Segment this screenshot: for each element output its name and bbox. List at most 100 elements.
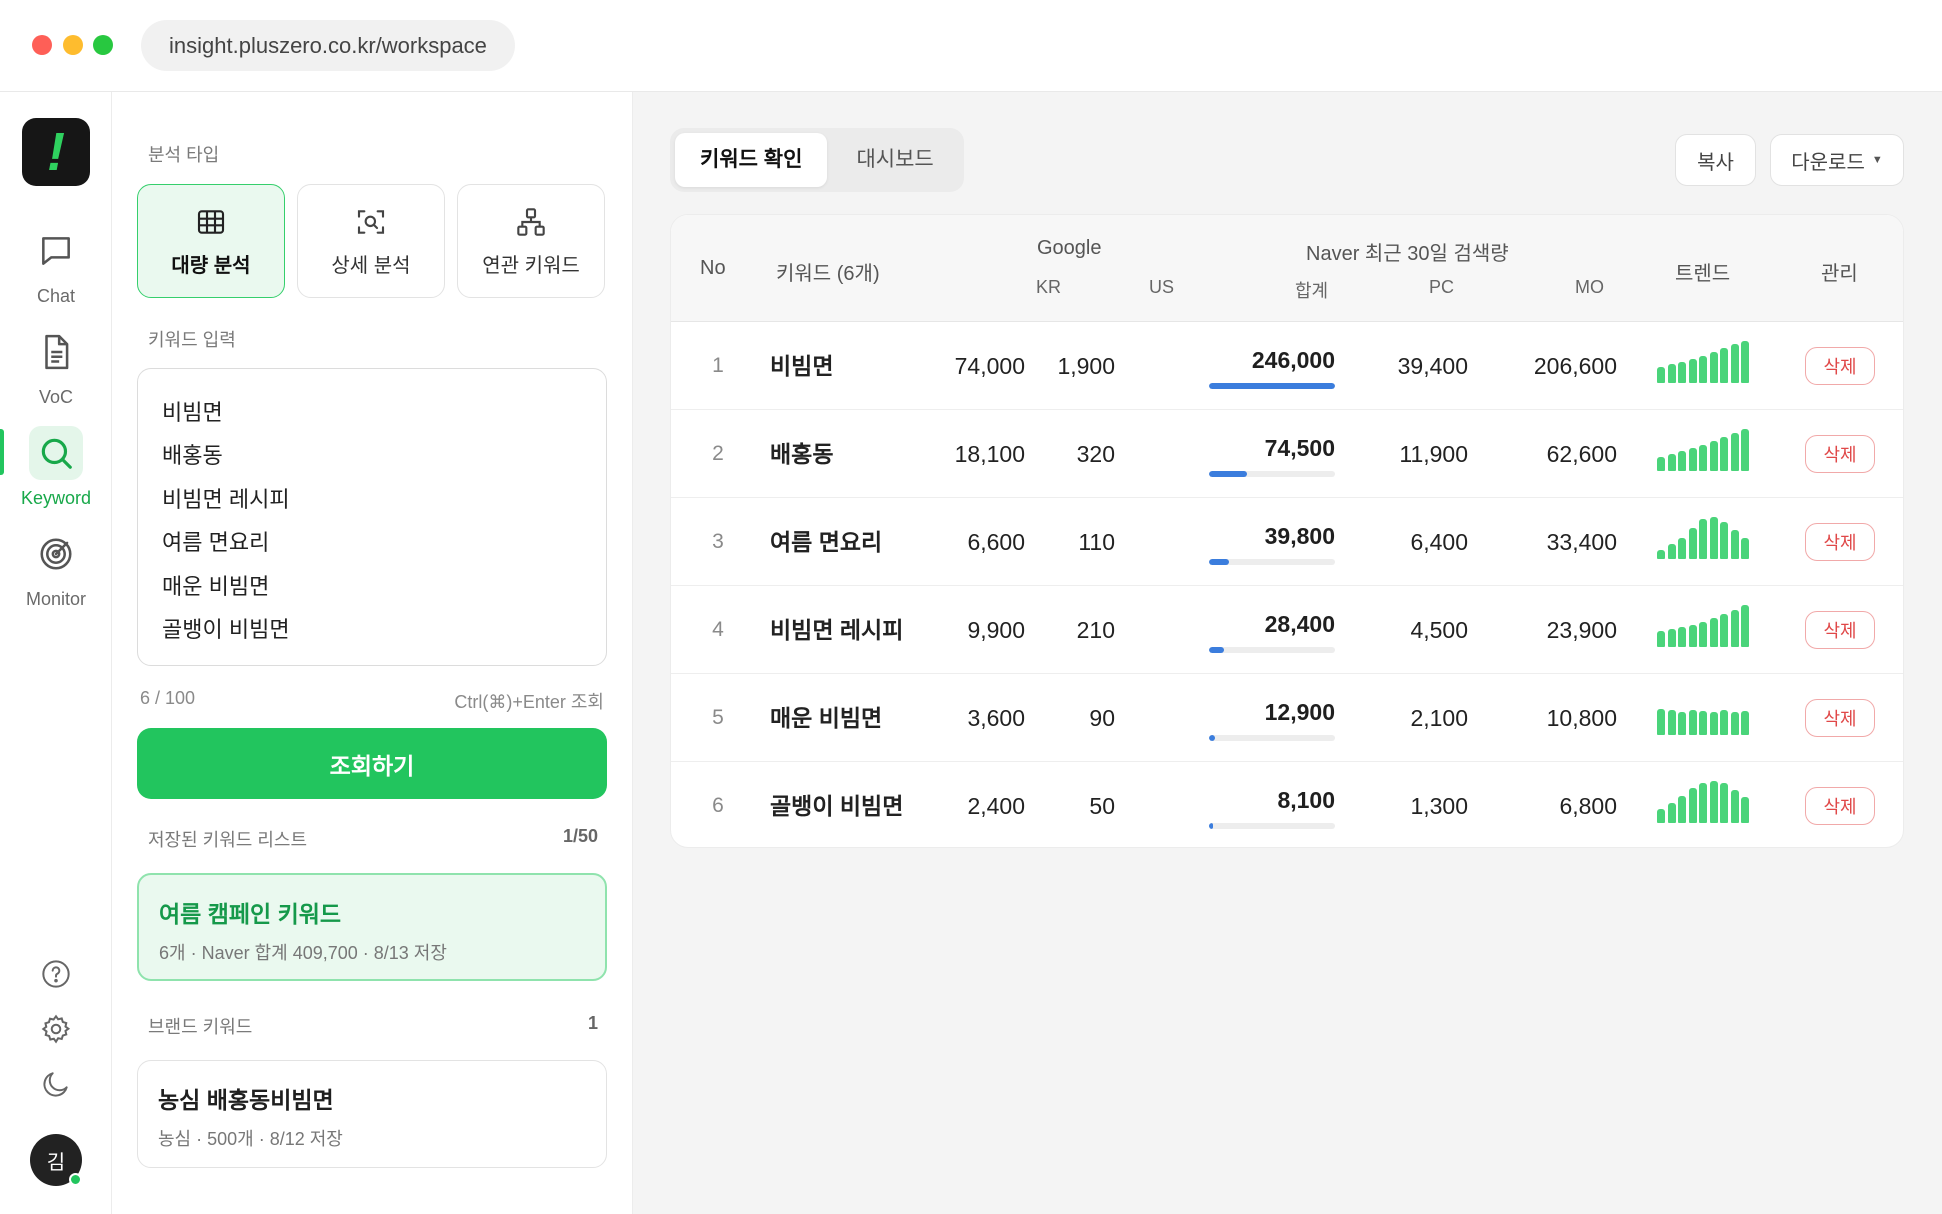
table-row[interactable]: 1 비빔면 74,000 1,900 246,000 39,400 206,600 삭제	[671, 322, 1903, 410]
row-naver-pc: 1,300	[1410, 793, 1468, 819]
row-keyword: 여름 면요리	[770, 529, 883, 555]
type-detail-analysis[interactable]: 상세 분석	[297, 184, 445, 298]
trend-bar	[1667, 710, 1676, 735]
row-google-kr: 2,400	[967, 793, 1025, 819]
table-row[interactable]: 5 매운 비빔면 3,600 90 12,900 2,100 10,800 삭제	[671, 674, 1903, 762]
trend-bar	[1699, 356, 1707, 383]
analysis-type-group: 대량 분석 상세 분석 연관 키워드	[137, 184, 605, 298]
gear-icon	[41, 1014, 71, 1044]
trend-bar	[1720, 614, 1728, 647]
row-google-kr: 74,000	[954, 353, 1025, 379]
avatar-initial: 김	[46, 1151, 66, 1174]
type-label: 연관 키워드	[482, 254, 580, 277]
rail-item-keyword[interactable]: Keyword	[0, 426, 112, 509]
trend-bar	[1657, 709, 1665, 735]
table-row[interactable]: 3 여름 면요리 6,600 110 39,800 6,400 33,400 삭제	[671, 498, 1903, 586]
row-number: 4	[712, 618, 724, 641]
close-window-button[interactable]	[32, 35, 52, 55]
row-naver-sum-value: 12,900	[1264, 699, 1335, 725]
app-logo[interactable]: !	[22, 118, 90, 186]
row-google-us: 1,900	[1057, 353, 1115, 379]
delete-button[interactable]: 삭제	[1805, 787, 1875, 825]
row-naver-sum: 246,000	[1209, 322, 1335, 410]
rail-label-keyword: Keyword	[20, 488, 92, 508]
type-related-keywords[interactable]: 연관 키워드	[457, 184, 605, 298]
maximize-window-button[interactable]	[93, 35, 113, 55]
table-row[interactable]: 2 배홍동 18,100 320 74,500 11,900 62,600 삭제	[671, 410, 1903, 498]
keyword-line: 여름 면요리	[162, 530, 270, 556]
query-button[interactable]: 조회하기	[137, 728, 607, 799]
user-menu[interactable]: 김	[0, 1134, 112, 1186]
row-naver-sum-bar	[1209, 735, 1335, 741]
table-row[interactable]: 6 골뱅이 비빔면 2,400 50 8,100 1,300 6,800 삭제	[671, 762, 1903, 847]
tab-dashboard[interactable]: 대시보드	[831, 133, 958, 187]
download-button[interactable]: 다운로드 ▼	[1770, 134, 1904, 186]
trend-bar	[1709, 712, 1718, 735]
keyword-textarea[interactable]: 비빔면 배홍동 비빔면 레시피 여름 면요리 매운 비빔면 골뱅이 비빔면	[137, 368, 607, 666]
row-google-kr: 9,900	[967, 617, 1025, 643]
row-naver-sum-value: 39,800	[1264, 523, 1335, 549]
copy-button[interactable]: 복사	[1675, 134, 1756, 186]
trend-bar	[1678, 627, 1686, 647]
keyword-line: 매운 비빔면	[162, 573, 270, 599]
trend-bar	[1709, 441, 1718, 471]
settings-button[interactable]	[0, 1013, 112, 1045]
row-naver-mo: 10,800	[1546, 705, 1617, 731]
delete-button[interactable]: 삭제	[1805, 611, 1875, 649]
saved-list-label: 저장된 키워드 리스트	[148, 830, 308, 850]
delete-button[interactable]: 삭제	[1805, 523, 1875, 561]
row-naver-mo: 6,800	[1559, 793, 1617, 819]
row-naver-mo: 62,600	[1546, 441, 1617, 467]
row-number: 6	[712, 794, 724, 817]
rail-item-voc[interactable]: VoC	[0, 325, 112, 408]
caret-down-icon: ▼	[1871, 154, 1883, 166]
row-naver-sum-fill	[1209, 647, 1225, 653]
brand-list-count: 1	[587, 1013, 598, 1033]
row-naver-mo: 33,400	[1546, 529, 1617, 555]
row-naver-sum-fill	[1209, 823, 1213, 829]
type-label: 상세 분석	[331, 254, 411, 277]
trend-bar	[1730, 790, 1739, 823]
help-button[interactable]	[0, 958, 112, 990]
row-naver-sum-fill	[1209, 471, 1247, 477]
minimize-window-button[interactable]	[63, 35, 83, 55]
header-mo[interactable]: MO	[1575, 277, 1604, 298]
type-bulk-analysis[interactable]: 대량 분석	[137, 184, 285, 298]
trend-bar	[1678, 712, 1686, 735]
trend-bar	[1699, 519, 1707, 559]
delete-button[interactable]: 삭제	[1805, 699, 1875, 737]
header-google: Google	[1037, 237, 1102, 259]
row-google-kr: 18,100	[954, 441, 1025, 467]
row-keyword: 배홍동	[770, 441, 834, 467]
brand-list-header: 브랜드 키워드 1	[148, 1013, 598, 1039]
row-naver-sum-value: 74,500	[1264, 435, 1335, 461]
keyword-line: 비빔면	[162, 400, 223, 425]
header-kr[interactable]: KR	[1036, 277, 1061, 298]
header-no: No	[700, 257, 726, 279]
tab-keyword-check[interactable]: 키워드 확인	[675, 133, 828, 187]
table-row[interactable]: 4 비빔면 레시피 9,900 210 28,400 4,500 23,900 삭제	[671, 586, 1903, 674]
avatar[interactable]: 김	[30, 1134, 82, 1186]
row-naver-pc: 39,400	[1397, 353, 1468, 379]
brand-list-item[interactable]: 농심 배홍동비빔면 농심 · 500개 · 8/12 저장	[137, 1060, 607, 1168]
header-sum[interactable]: 합계	[1295, 277, 1328, 303]
trend-bar	[1699, 445, 1707, 471]
row-naver-sum-bar	[1209, 823, 1335, 829]
rail-item-monitor[interactable]: Monitor	[0, 527, 112, 610]
header-pc[interactable]: PC	[1429, 277, 1454, 298]
row-number: 5	[712, 706, 724, 729]
row-keyword: 비빔면	[770, 353, 834, 379]
header-keyword[interactable]: 키워드 (6개)	[776, 257, 880, 286]
header-us[interactable]: US	[1149, 277, 1174, 298]
online-status-dot	[69, 1173, 82, 1186]
trend-bar	[1730, 433, 1739, 471]
row-google-kr: 3,600	[967, 705, 1025, 731]
theme-toggle[interactable]	[0, 1068, 112, 1100]
trend-bar	[1657, 550, 1665, 559]
saved-list-item[interactable]: 여름 캠페인 키워드 6개 · Naver 합계 409,700 · 8/13 …	[137, 873, 607, 981]
delete-button[interactable]: 삭제	[1805, 435, 1875, 473]
address-bar[interactable]: insight.pluszero.co.kr/workspace	[141, 20, 515, 71]
trend-bar	[1667, 544, 1676, 559]
rail-item-chat[interactable]: Chat	[0, 224, 112, 307]
delete-button[interactable]: 삭제	[1805, 347, 1875, 385]
